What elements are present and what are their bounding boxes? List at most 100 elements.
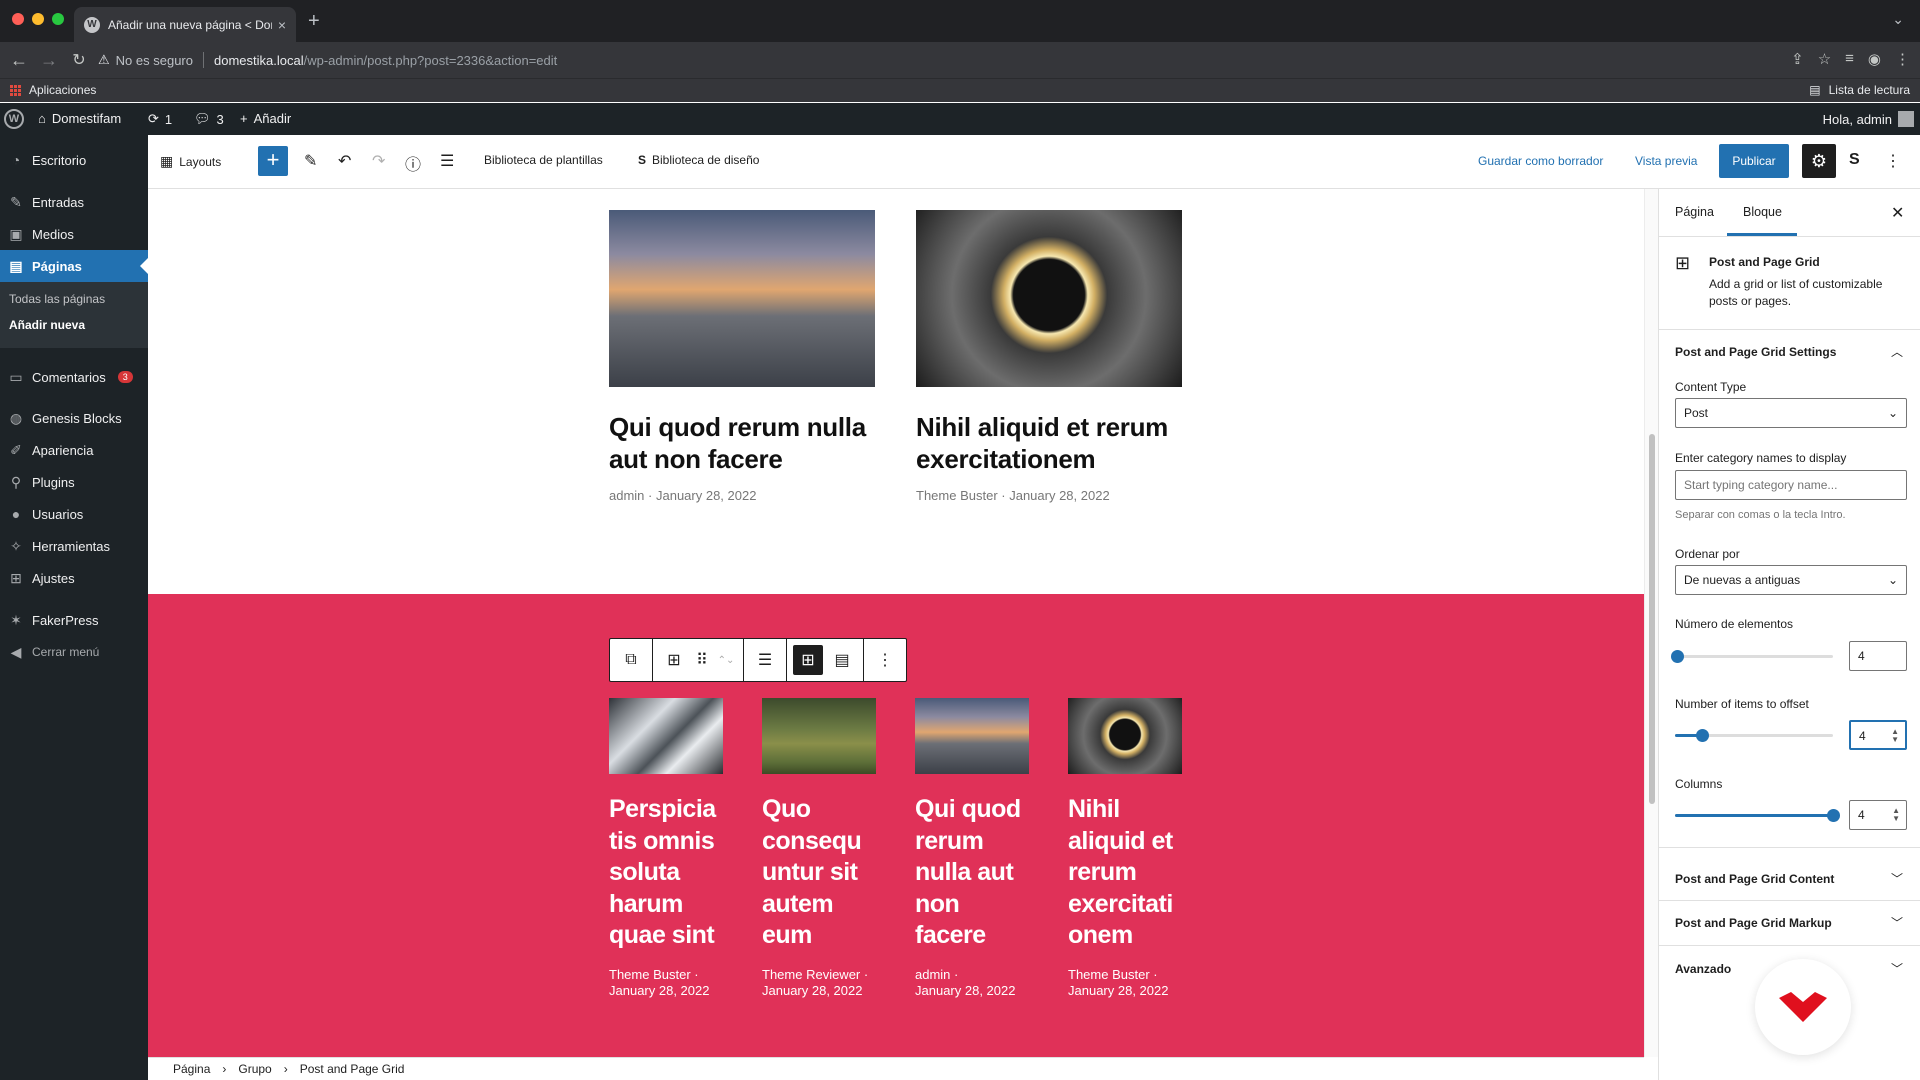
updates-link[interactable]: ⟳ 1 bbox=[148, 111, 172, 127]
slider-thumb[interactable] bbox=[1670, 650, 1684, 663]
sidebar-item-usuarios[interactable]: ● Usuarios bbox=[0, 498, 148, 530]
breadcrumb-item[interactable]: Grupo bbox=[238, 1062, 271, 1076]
add-block-button[interactable]: + bbox=[258, 146, 288, 176]
info-icon[interactable]: ⓘ bbox=[405, 151, 421, 175]
tab-close-icon[interactable]: × bbox=[278, 17, 286, 33]
submenu-item-add-new[interactable]: Añadir nueva bbox=[9, 318, 85, 332]
sidebar-item-plugins[interactable]: ⚲ Plugins bbox=[0, 466, 148, 498]
scrollbar-thumb[interactable] bbox=[1649, 434, 1655, 804]
forest-image[interactable] bbox=[762, 698, 876, 774]
post-title[interactable]: Quo consequ untur sit autem eum bbox=[762, 794, 882, 952]
post-title[interactable]: Perspicia tis omnis soluta harum quae si… bbox=[609, 794, 729, 952]
spinner-icon[interactable]: ▲ ▼ bbox=[1891, 728, 1899, 744]
sidebar-item-genesis-blocks[interactable]: ◍ Genesis Blocks bbox=[0, 402, 148, 434]
sunset-sea-image[interactable] bbox=[609, 210, 875, 387]
align-icon[interactable]: ☰ bbox=[750, 645, 780, 675]
media-queue-icon[interactable]: ≡ bbox=[1845, 50, 1854, 68]
category-input[interactable] bbox=[1675, 470, 1907, 500]
sidebar-item-fakerpress[interactable]: ✶ FakerPress bbox=[0, 604, 148, 636]
move-up-down-icon[interactable]: ⌃⌄ bbox=[715, 645, 737, 675]
bookmark-star-icon[interactable]: ☆ bbox=[1818, 50, 1831, 68]
collapse-menu-button[interactable]: ◀ Cerrar menú bbox=[0, 636, 148, 668]
count-slider[interactable] bbox=[1670, 650, 1833, 663]
slider-thumb[interactable] bbox=[1827, 809, 1840, 822]
menu-kebab-icon[interactable]: ⋮ bbox=[1895, 50, 1910, 68]
post-title[interactable]: Nihil aliquid et rerum exercitationem bbox=[916, 411, 1182, 475]
sidebar-item-herramientas[interactable]: ✧ Herramientas bbox=[0, 530, 148, 562]
sidebar-item-apariencia[interactable]: ✐ Apariencia bbox=[0, 434, 148, 466]
post-title[interactable]: Qui quod rerum nulla aut non facere bbox=[609, 411, 875, 475]
columns-input[interactable]: 4 ▲ ▼ bbox=[1849, 800, 1907, 830]
share-icon[interactable]: ⇪ bbox=[1791, 50, 1804, 68]
address-bar[interactable]: ⚠ No es seguro domestika.local /wp-admin… bbox=[98, 47, 1708, 73]
columns-slider[interactable] bbox=[1675, 809, 1840, 822]
redo-icon[interactable]: ↷ bbox=[372, 151, 385, 171]
layouts-button[interactable]: ▦ Layouts bbox=[160, 153, 221, 170]
sidebar-item-medios[interactable]: ▣ Medios bbox=[0, 218, 148, 250]
apps-bookmark[interactable]: Aplicaciones bbox=[10, 83, 96, 97]
light-ring-image[interactable] bbox=[916, 210, 1182, 387]
tab-search-chevron-icon[interactable]: ⌄ bbox=[1892, 11, 1904, 28]
sunset-sea-image[interactable] bbox=[915, 698, 1029, 774]
content-type-select[interactable]: Post ⌄ bbox=[1675, 398, 1907, 428]
content-section-toggle[interactable]: Post and Page Grid Content bbox=[1675, 872, 1834, 886]
chevron-down-icon[interactable]: ﹀ bbox=[1891, 914, 1903, 931]
undo-icon[interactable]: ↶ bbox=[338, 151, 351, 171]
wp-logo-menu[interactable]: W bbox=[4, 109, 24, 129]
advanced-section-toggle[interactable]: Avanzado bbox=[1675, 962, 1731, 976]
template-library-button[interactable]: Biblioteca de plantillas bbox=[484, 153, 603, 167]
offset-input[interactable]: 4 ▲ ▼ bbox=[1849, 720, 1907, 750]
sidebar-item-escritorio[interactable]: ◔ Escritorio bbox=[0, 144, 148, 176]
account-menu[interactable]: Hola, admin bbox=[1823, 111, 1914, 127]
window-maximize-button[interactable] bbox=[52, 13, 64, 25]
chevron-up-icon[interactable]: ︿ bbox=[1891, 343, 1903, 360]
post-author[interactable]: admin bbox=[609, 488, 644, 503]
site-name-link[interactable]: ⌂ Domestifam bbox=[38, 111, 121, 126]
options-kebab-icon[interactable]: ⋮ bbox=[1885, 151, 1901, 171]
sidebar-item-ajustes[interactable]: ⊞ Ajustes bbox=[0, 562, 148, 594]
drag-handle-icon[interactable]: ⠿ bbox=[693, 645, 711, 675]
tab-page[interactable]: Página bbox=[1675, 205, 1714, 219]
browser-tab[interactable]: W Añadir una nueva página < Dom × bbox=[74, 7, 296, 42]
light-ring-image[interactable] bbox=[1068, 698, 1182, 774]
sidebar-item-comentarios[interactable]: ▭ Comentarios 3 bbox=[0, 361, 148, 393]
submenu-item-all-pages[interactable]: Todas las páginas bbox=[9, 292, 105, 306]
settings-section-title[interactable]: Post and Page Grid Settings bbox=[1675, 345, 1836, 359]
back-icon[interactable]: ← bbox=[4, 50, 34, 71]
tab-block[interactable]: Bloque bbox=[1743, 205, 1782, 219]
save-draft-button[interactable]: Guardar como borrador bbox=[1478, 154, 1603, 168]
settings-gear-icon[interactable]: ⚙ bbox=[1802, 144, 1836, 178]
post-author[interactable]: Theme Buster bbox=[916, 488, 998, 503]
list-view-icon[interactable]: ▤ bbox=[827, 645, 857, 675]
spinner-icon[interactable]: ▲ ▼ bbox=[1892, 807, 1900, 823]
forward-icon[interactable]: → bbox=[34, 50, 64, 71]
markup-section-toggle[interactable]: Post and Page Grid Markup bbox=[1675, 916, 1832, 930]
canvas-scrollbar[interactable] bbox=[1644, 189, 1658, 1057]
add-new-link[interactable]: + Añadir bbox=[240, 111, 291, 126]
design-library-button[interactable]: S Biblioteca de diseño bbox=[638, 153, 759, 167]
grid-view-icon[interactable]: ⊞ bbox=[793, 645, 823, 675]
breadcrumb-item[interactable]: Página bbox=[173, 1062, 210, 1076]
new-tab-button[interactable]: + bbox=[308, 10, 320, 33]
reload-icon[interactable]: ↻ bbox=[64, 50, 94, 70]
close-icon[interactable]: ✕ bbox=[1891, 203, 1904, 223]
block-type-grid-icon[interactable]: ⊞ bbox=[659, 645, 689, 675]
sidebar-item-paginas[interactable]: ▤ Páginas bbox=[0, 250, 148, 282]
count-input[interactable]: 4 bbox=[1849, 641, 1907, 671]
breadcrumb-item[interactable]: Post and Page Grid bbox=[300, 1062, 405, 1076]
sidebar-item-entradas[interactable]: ✎ Entradas bbox=[0, 186, 148, 218]
order-select[interactable]: De nuevas a antiguas ⌄ bbox=[1675, 565, 1907, 595]
window-minimize-button[interactable] bbox=[32, 13, 44, 25]
buildings-image[interactable] bbox=[609, 698, 723, 774]
publish-button[interactable]: Publicar bbox=[1719, 144, 1789, 178]
window-close-button[interactable] bbox=[12, 13, 24, 25]
select-parent-icon[interactable]: ⧉ bbox=[616, 645, 646, 675]
list-view-icon[interactable]: ☰ bbox=[440, 151, 454, 171]
chevron-down-icon[interactable]: ﹀ bbox=[1891, 960, 1903, 977]
preview-button[interactable]: Vista previa bbox=[1635, 154, 1697, 168]
edit-pencil-icon[interactable]: ✎ bbox=[304, 151, 317, 171]
post-title[interactable]: Nihil aliquid et rerum exercitati onem bbox=[1068, 794, 1188, 952]
reading-list-button[interactable]: ▤ Lista de lectura bbox=[1809, 83, 1910, 97]
genesis-s-icon[interactable]: S bbox=[1849, 151, 1860, 169]
chevron-down-icon[interactable]: ﹀ bbox=[1891, 870, 1903, 887]
